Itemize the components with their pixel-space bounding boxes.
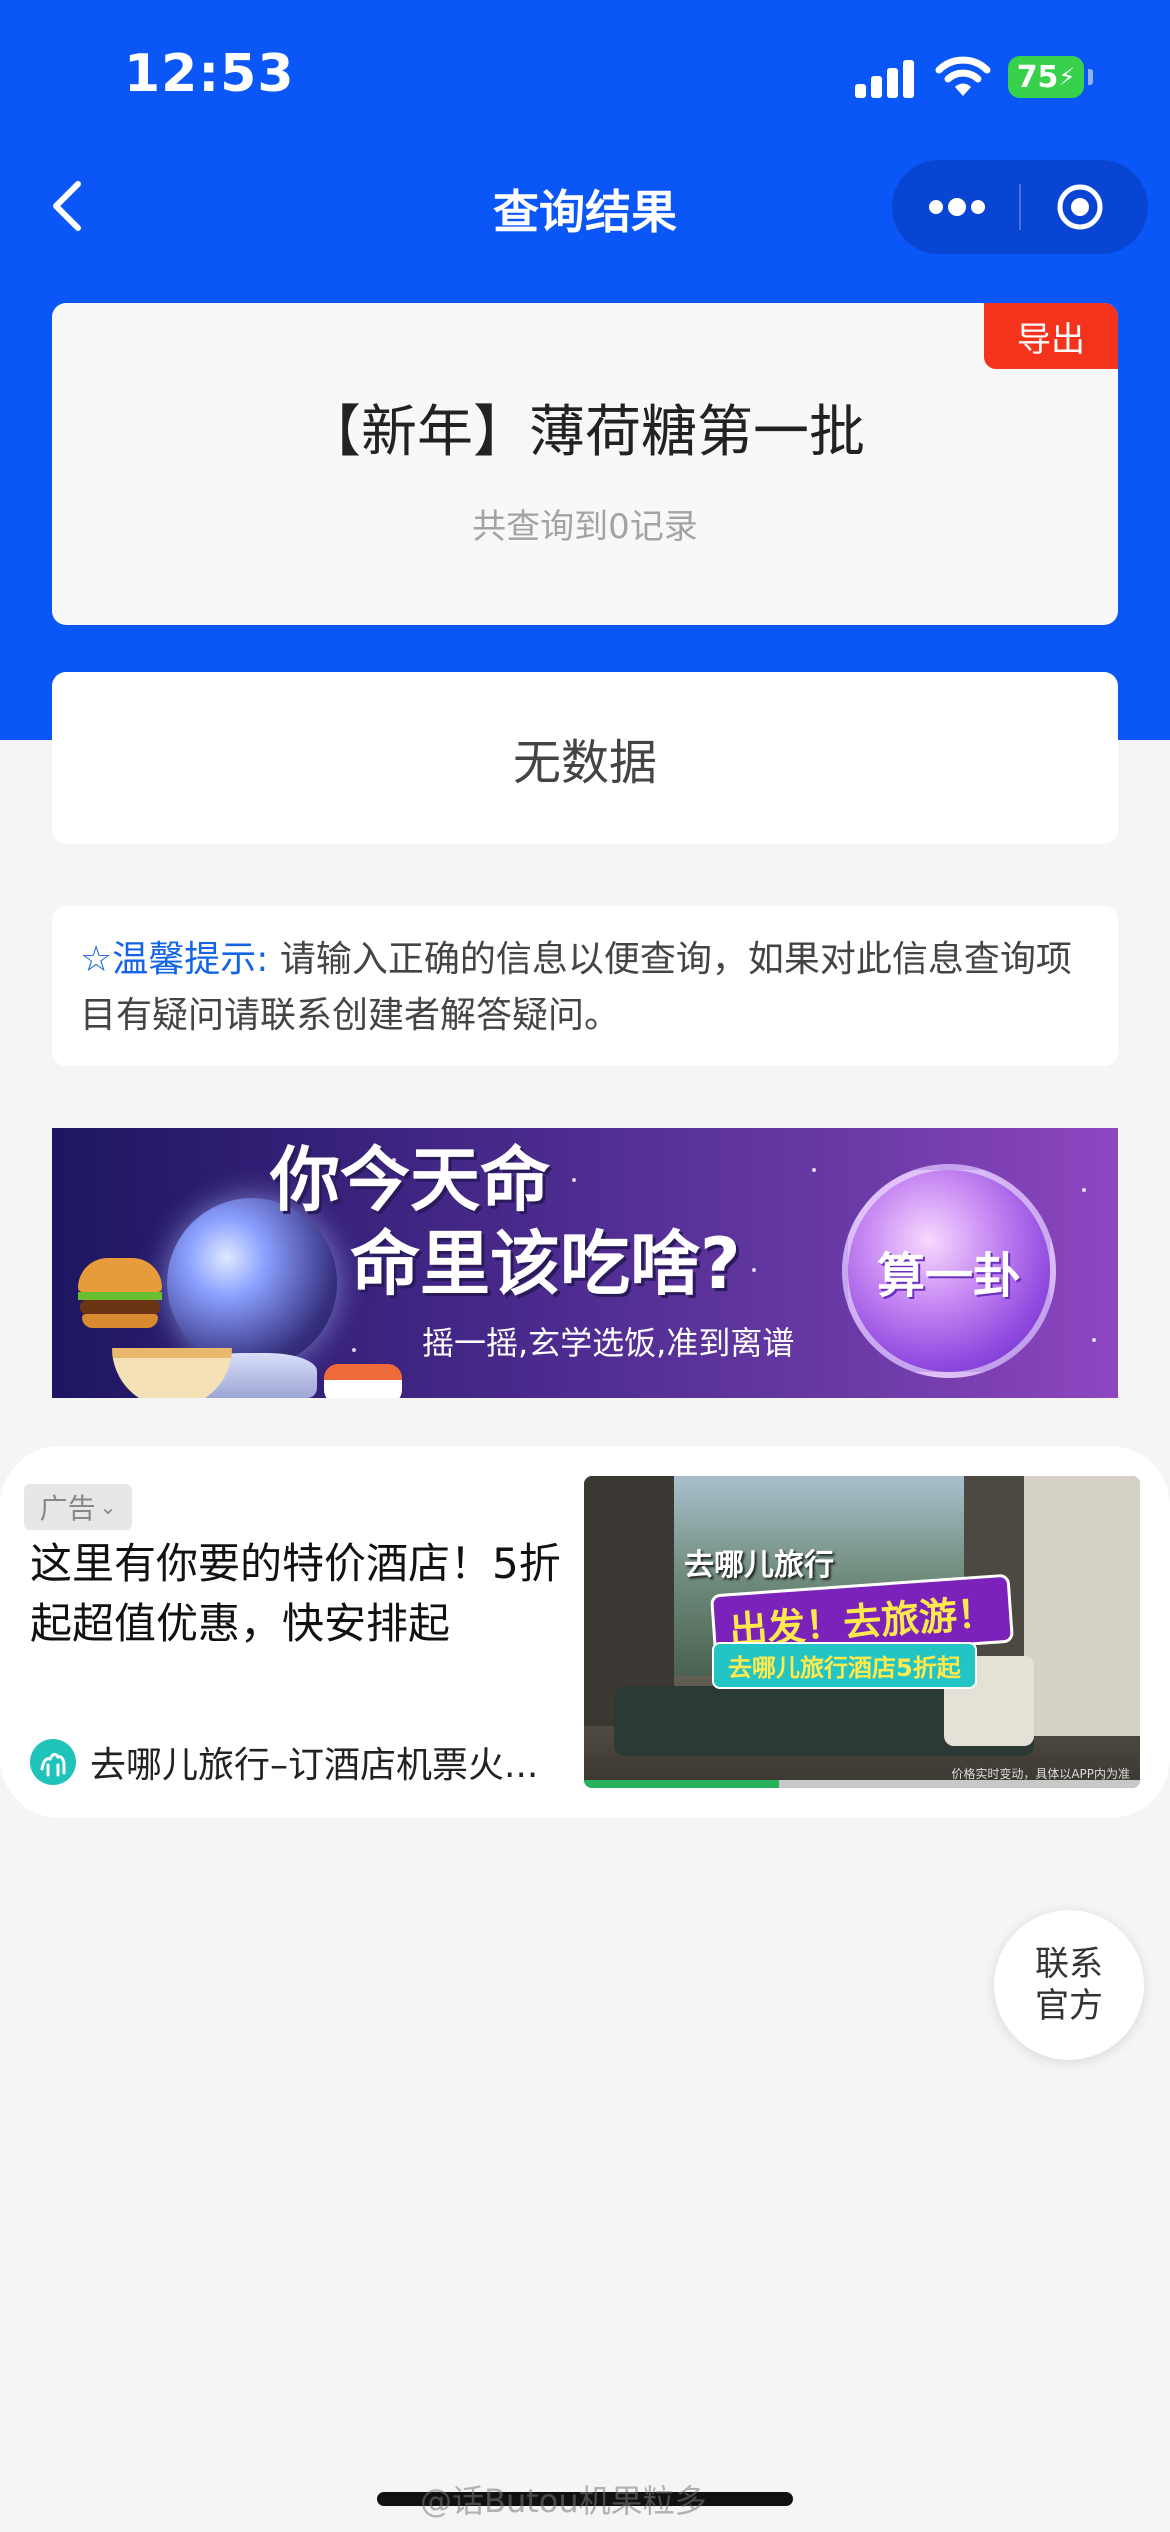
close-miniprogram-icon[interactable] xyxy=(1055,182,1105,232)
result-summary-card: 导出 【新年】薄荷糖第一批 共查询到0记录 xyxy=(52,303,1118,625)
noodle-bowl-image xyxy=(112,1348,232,1398)
status-time: 12:53 xyxy=(124,44,295,104)
capsule-divider xyxy=(1019,184,1021,230)
banner-subtitle: 摇一摇,玄学选饭,准到离谱 xyxy=(422,1324,795,1362)
ad-video-progress-fill xyxy=(584,1780,779,1788)
fortune-button[interactable]: 算一卦 xyxy=(842,1164,1056,1378)
watermark: @话Butou机果粒多 xyxy=(420,2482,707,2520)
ad-hotel-image[interactable]: 去哪儿旅行 出发！去旅游！ 去哪儿旅行酒店5折起 价格实时变动，具体以APP内为… xyxy=(584,1476,1140,1788)
banner-title: 你今天命 命里该吃啥? xyxy=(270,1138,870,1306)
query-title: 【新年】薄荷糖第一批 xyxy=(305,400,865,465)
contact-official-label: 联系官方 xyxy=(1035,1944,1103,2026)
ad-wall xyxy=(1024,1476,1140,1736)
battery-tip xyxy=(1088,69,1093,85)
chevron-down-icon: ⌄ xyxy=(99,1495,117,1519)
ad-badge-label: 广告 xyxy=(39,1492,96,1525)
record-count: 共查询到0记录 xyxy=(472,507,698,547)
ad-video-progress xyxy=(584,1780,1140,1788)
battery-level: 75 xyxy=(1016,59,1059,95)
camel-logo-icon xyxy=(30,1739,76,1785)
banner-title-line1: 你今天命 xyxy=(270,1139,550,1221)
ad-source[interactable]: 去哪儿旅行–订酒店机票火... xyxy=(30,1738,550,1786)
ad-image-promo: 去哪儿旅行酒店5折起 xyxy=(712,1642,977,1689)
contact-official-button[interactable]: 联系官方 xyxy=(994,1910,1144,2060)
export-button[interactable]: 导出 xyxy=(984,303,1118,369)
ad-source-name: 去哪儿旅行–订酒店机票火... xyxy=(90,1745,539,1786)
sushi-image xyxy=(324,1364,402,1398)
status-bar: 12:53 75 ⚡ xyxy=(0,0,1170,150)
wifi-icon xyxy=(935,56,991,96)
cellular-signal-icon xyxy=(855,58,915,98)
burger-image xyxy=(78,1258,162,1328)
tip-label: ☆温馨提示: xyxy=(80,939,269,980)
miniprogram-capsule xyxy=(892,160,1148,254)
fortune-banner[interactable]: 你今天命 命里该吃啥? 摇一摇,玄学选饭,准到离谱 算一卦 xyxy=(52,1128,1118,1398)
battery-icon: 75 ⚡ xyxy=(1008,56,1084,98)
empty-state-card: 无数据 xyxy=(52,672,1118,844)
ad-image-brand: 去哪儿旅行 xyxy=(684,1548,834,1583)
ad-title[interactable]: 这里有你要的特价酒店！5折起超值优惠，快安排起 xyxy=(30,1534,570,1654)
tip-card: ☆温馨提示: 请输入正确的信息以便查询，如果对此信息查询项目有疑问请联系创建者解… xyxy=(52,906,1118,1066)
ad-card[interactable]: 广告 ⌄ 这里有你要的特价酒店！5折起超值优惠，快安排起 去哪儿旅行–订酒店机票… xyxy=(0,1446,1170,1818)
empty-state-text: 无数据 xyxy=(512,735,657,791)
ad-badge[interactable]: 广告 ⌄ xyxy=(24,1484,132,1530)
more-menu-icon[interactable] xyxy=(922,182,992,232)
banner-title-line2: 命里该吃啥? xyxy=(350,1223,741,1305)
